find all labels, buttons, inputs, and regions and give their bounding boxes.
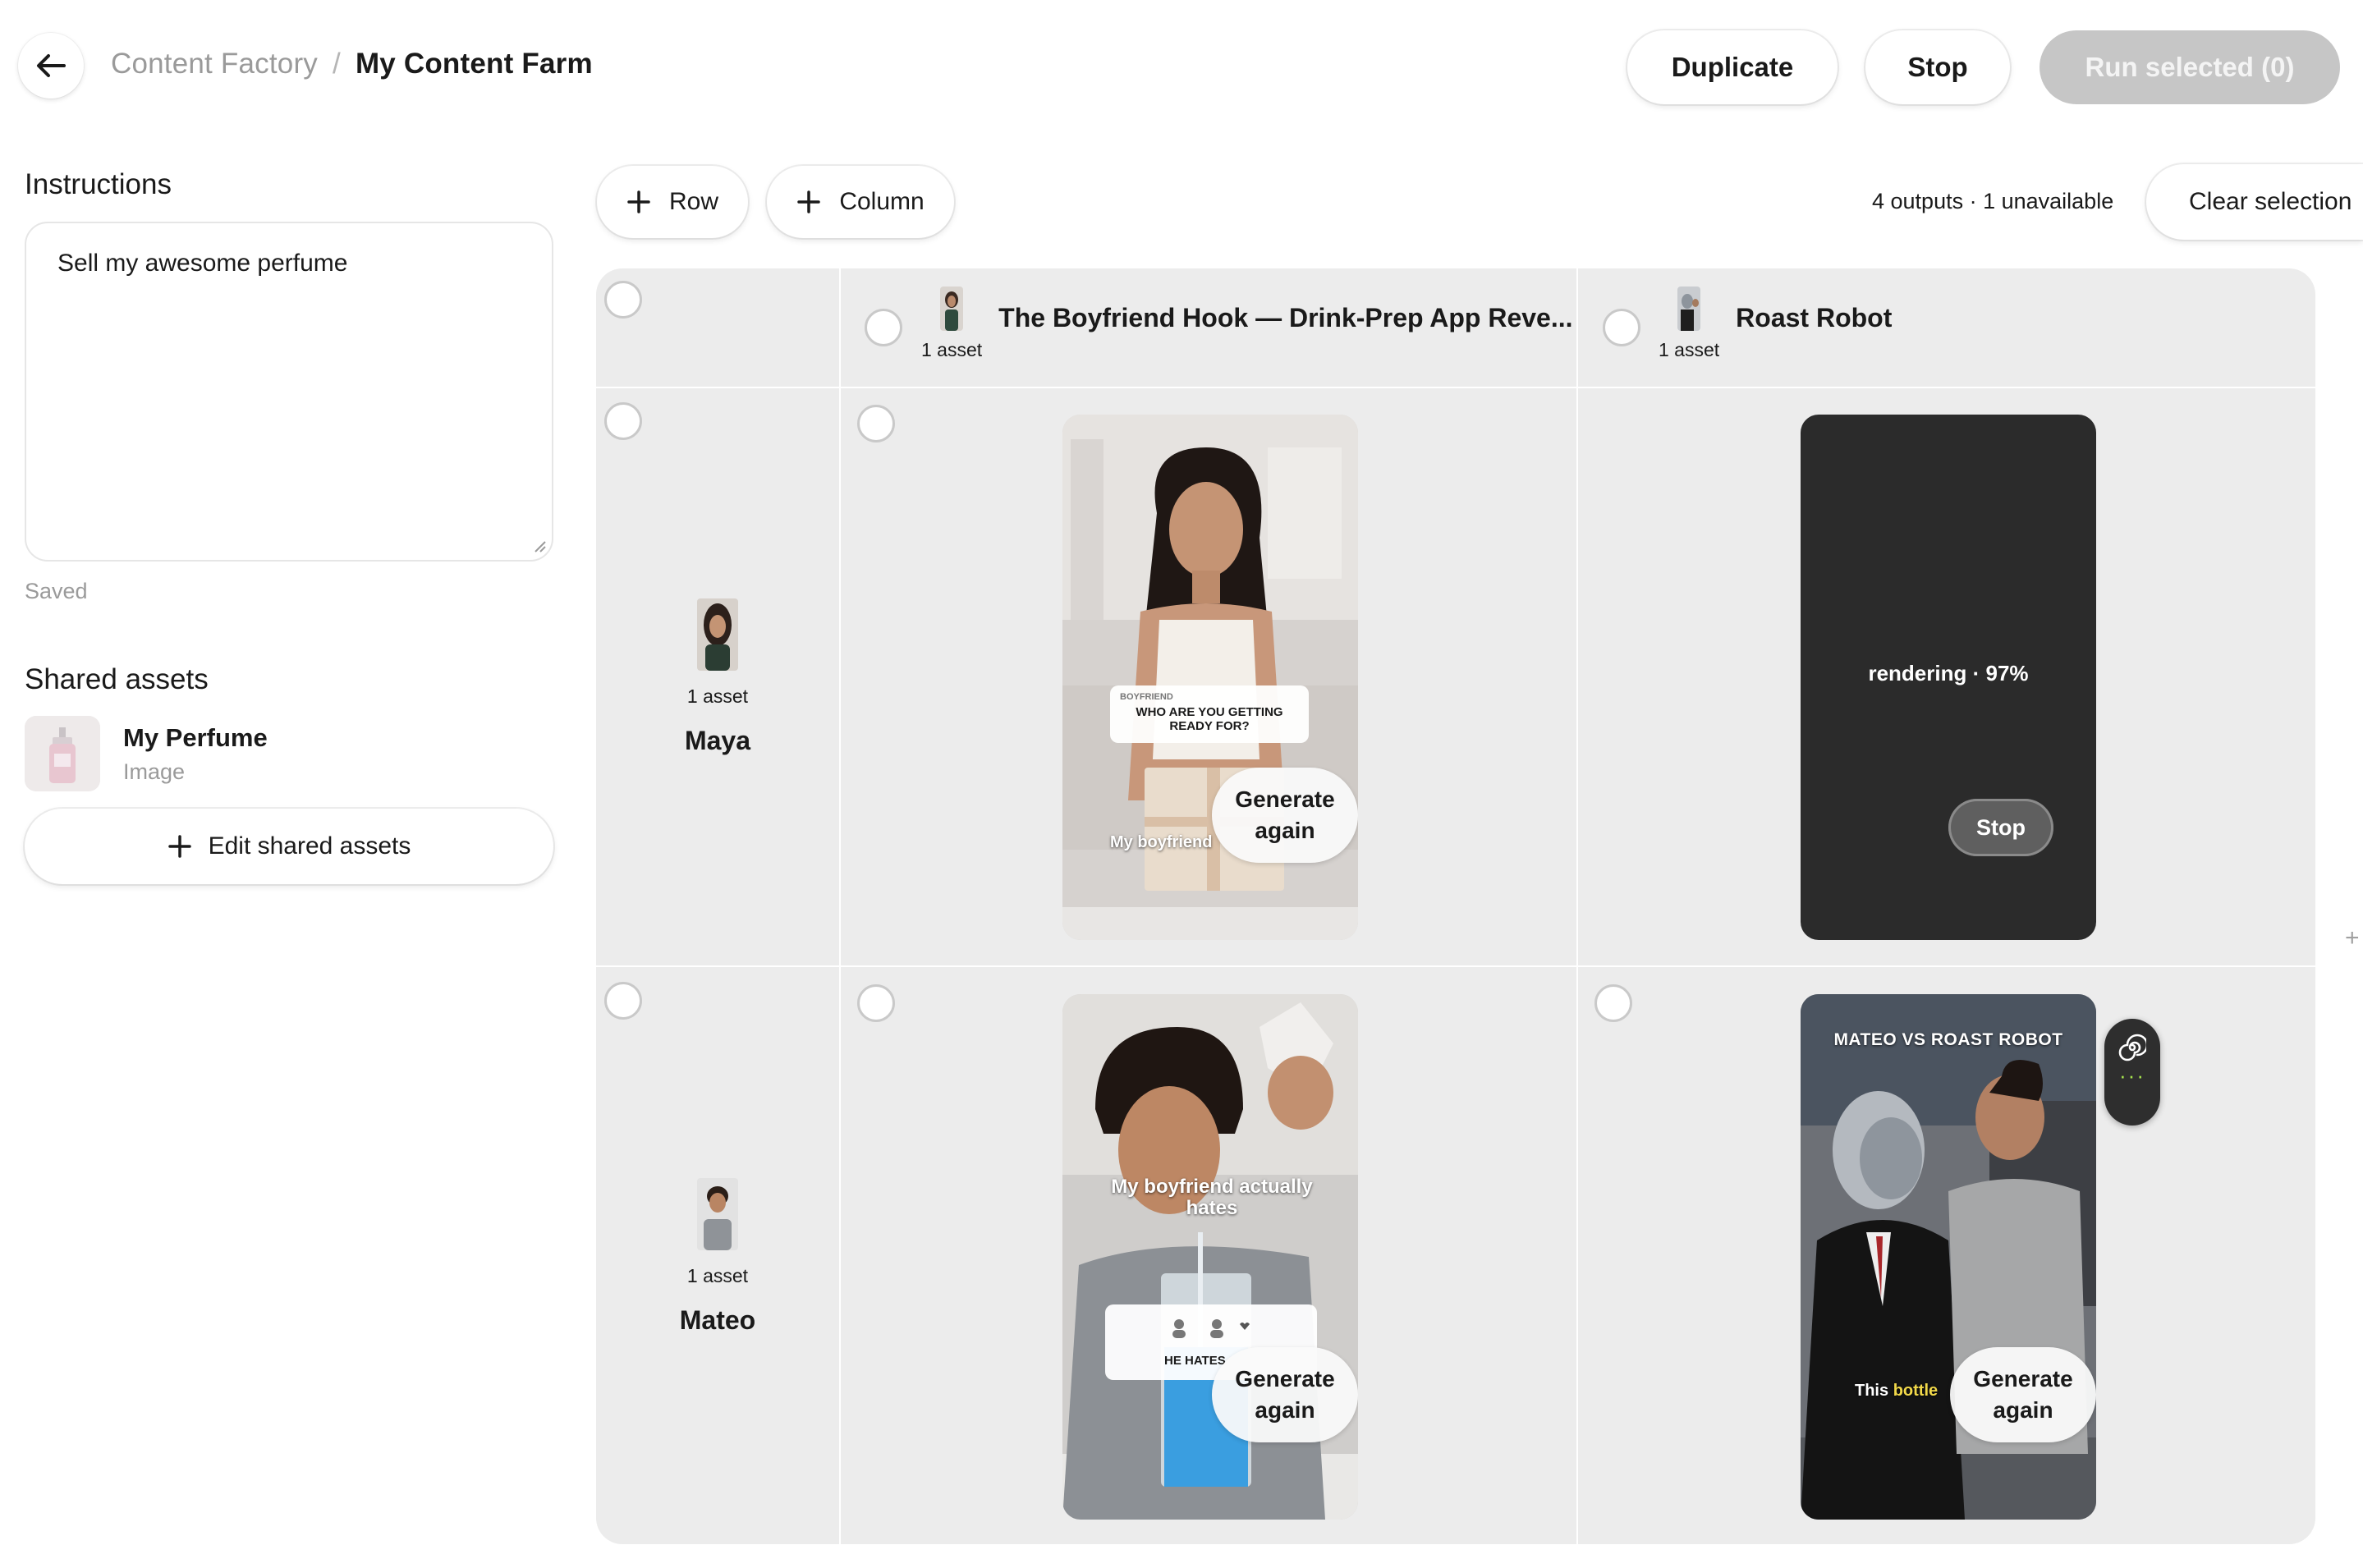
generate-label: again — [1255, 1397, 1315, 1423]
column-header-boyfriend-hook[interactable]: 1 asset The Boyfriend Hook — Drink-Prep … — [921, 287, 1573, 361]
caption-overlay: BOYFRIEND WHO ARE YOU GETTING READY FOR? — [1110, 685, 1309, 743]
column-title: The Boyfriend Hook — Drink-Prep App Reve… — [998, 303, 1573, 332]
cell-select-radio[interactable] — [1594, 984, 1632, 1022]
add-column-button[interactable]: Column — [767, 166, 954, 238]
shared-assets-title: Shared assets — [25, 663, 209, 695]
row-name: Maya — [684, 726, 751, 755]
row-asset-count: 1 asset — [686, 1265, 749, 1286]
grid-divider — [596, 965, 2315, 967]
grid-divider — [596, 387, 2315, 388]
run-selected-button[interactable]: Run selected (0) — [2040, 30, 2340, 104]
video-overlay-text: My boyfriend actually hates — [1111, 1176, 1313, 1219]
column-asset-count: 1 asset — [921, 339, 983, 360]
instructions-title: Instructions — [25, 168, 172, 200]
shared-asset-item[interactable]: My Perfume Image — [25, 716, 550, 791]
select-all-radio[interactable] — [604, 281, 642, 319]
breadcrumb-separator: / — [333, 48, 341, 80]
generate-label: Generate — [1235, 786, 1335, 812]
column-select-radio[interactable] — [865, 309, 902, 346]
cell-select-radio[interactable] — [857, 405, 895, 442]
generate-label: again — [1993, 1397, 2053, 1423]
video-subtitle: This bottle — [1855, 1382, 1938, 1401]
asset-type: Image — [123, 759, 186, 784]
back-button[interactable] — [18, 33, 84, 99]
add-row-label: Row — [668, 188, 718, 215]
breadcrumb: Content Factory / My Content Farm — [111, 48, 593, 80]
row-select-radio[interactable] — [604, 402, 642, 440]
row-name: Mateo — [679, 1305, 756, 1335]
video-card-mateo-roast[interactable]: MATEO VS ROAST ROBOT This bottle Generat… — [1801, 994, 2096, 1520]
row-header-mateo[interactable]: 1 asset Mateo — [652, 1178, 783, 1336]
plus-icon — [627, 190, 650, 213]
spiral-icon — [2118, 1034, 2146, 1061]
generate-again-button[interactable]: Generate again — [1212, 768, 1358, 863]
resize-handle-icon[interactable] — [532, 539, 547, 553]
video-card-maya-boyfriend[interactable]: BOYFRIEND WHO ARE YOU GETTING READY FOR?… — [1062, 415, 1358, 940]
column-asset-thumbnail — [940, 287, 964, 331]
plus-icon — [797, 190, 821, 213]
caption-label: BOYFRIEND — [1120, 692, 1173, 702]
content-grid: 1 asset The Boyfriend Hook — Drink-Prep … — [596, 268, 2315, 1544]
outputs-status: 4 outputs · 1 unavailable — [1872, 189, 2114, 213]
grid-divider — [839, 268, 841, 1544]
breadcrumb-parent-link[interactable]: Content Factory — [111, 48, 318, 80]
row-header-maya[interactable]: 1 asset Maya — [652, 598, 783, 756]
instructions-field[interactable]: Sell my awesome perfume — [25, 222, 553, 562]
caption-text: HE HATES — [1164, 1354, 1226, 1368]
subtitle-white-word: This — [1855, 1382, 1889, 1400]
video-card-maya-roast-rendering: rendering · 97% Stop — [1801, 415, 2096, 940]
cell-select-radio[interactable] — [857, 984, 895, 1022]
assistant-widget[interactable]: ··· — [2104, 1019, 2160, 1126]
row-asset-count: 1 asset — [686, 685, 749, 707]
row-asset-thumbnail — [697, 1178, 738, 1250]
clear-selection-button[interactable]: Clear selection — [2146, 164, 2363, 240]
people-icon — [1172, 1319, 1250, 1338]
row-select-radio[interactable] — [604, 982, 642, 1020]
perfume-thumbnail — [25, 716, 100, 791]
generate-label: Generate — [1973, 1366, 2073, 1391]
arrow-left-icon — [37, 54, 66, 77]
duplicate-button[interactable]: Duplicate — [1627, 30, 1838, 104]
generate-again-button[interactable]: Generate again — [1950, 1347, 2096, 1442]
column-select-radio[interactable] — [1603, 309, 1640, 346]
add-column-edge-icon[interactable]: + — [2345, 924, 2360, 952]
video-title-overlay: MATEO VS ROAST ROBOT — [1833, 1030, 2063, 1049]
save-status: Saved — [25, 579, 88, 603]
video-subtitle: My boyfriend — [1110, 833, 1213, 851]
asset-name: My Perfume — [123, 722, 268, 752]
video-card-mateo-boyfriend[interactable]: My boyfriend actually hates HE HATES Gen… — [1062, 994, 1358, 1520]
stop-button[interactable]: Stop — [1865, 30, 2010, 104]
column-asset-count: 1 asset — [1659, 339, 1720, 360]
generate-label: Generate — [1235, 1366, 1335, 1391]
edit-shared-assets-button[interactable]: Edit shared assets — [25, 809, 553, 884]
caption-text: WHO ARE YOU GETTING READY FOR? — [1136, 705, 1283, 733]
plus-icon — [167, 835, 191, 858]
add-column-label: Column — [839, 188, 925, 215]
page-title: My Content Farm — [355, 48, 593, 80]
generate-again-button[interactable]: Generate again — [1212, 1347, 1358, 1442]
ellipsis-icon: ··· — [2119, 1063, 2145, 1088]
subtitle-highlight-word: bottle — [1893, 1382, 1939, 1400]
stop-render-button[interactable]: Stop — [1948, 799, 2053, 856]
rendering-status: rendering · 97% — [1868, 661, 2029, 685]
column-header-roast-robot[interactable]: 1 asset Roast Robot — [1659, 287, 1892, 361]
column-asset-thumbnail — [1677, 287, 1701, 331]
grid-divider — [1576, 268, 1578, 1544]
add-row-button[interactable]: Row — [597, 166, 748, 238]
row-asset-thumbnail — [697, 598, 738, 671]
generate-label: again — [1255, 818, 1315, 843]
edit-shared-assets-label: Edit shared assets — [208, 832, 411, 860]
column-title: Roast Robot — [1736, 303, 1893, 332]
